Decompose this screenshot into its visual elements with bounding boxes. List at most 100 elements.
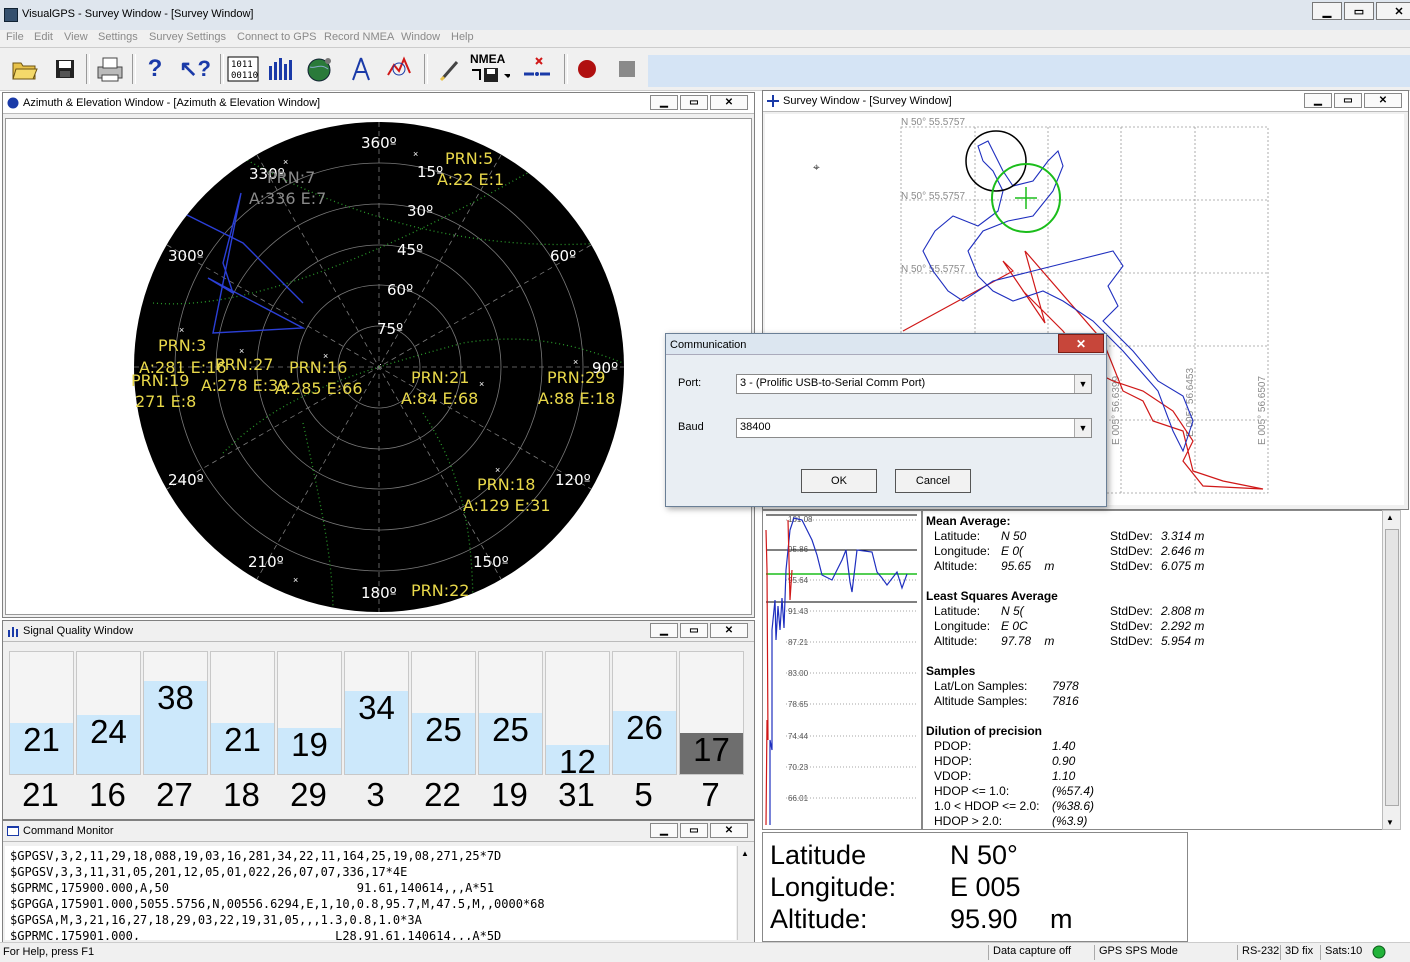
hdop-le1-label: HDOP <= 1.0: [934, 784, 1010, 798]
pdop-value: 1.40 [1052, 739, 1076, 753]
baud-value: 38400 [740, 421, 771, 433]
statistics-scrollbar[interactable]: ▲ ▼ [1382, 510, 1401, 830]
chevron-down-icon[interactable]: ▼ [1074, 375, 1091, 393]
azimuth-label-240: 240º [168, 471, 204, 489]
menu-view[interactable]: View [64, 31, 88, 43]
command-maximize-button[interactable]: ▭ [680, 823, 708, 838]
folder-open-icon [12, 62, 38, 80]
open-button[interactable] [10, 54, 40, 84]
menu-record-nmea[interactable]: Record NMEA [324, 31, 394, 43]
signal-minimize-button[interactable]: ▁ [650, 623, 678, 638]
signal-close-button[interactable]: ✕ [710, 623, 748, 638]
menu-edit[interactable]: Edit [34, 31, 53, 43]
record-nmea-button[interactable]: NMEA [468, 52, 514, 84]
survey-button[interactable] [384, 54, 414, 84]
scroll-down-icon[interactable]: ▼ [1386, 818, 1394, 827]
close-button[interactable]: ✕ [1376, 2, 1410, 20]
menu-help[interactable]: Help [451, 31, 474, 43]
scroll-thumb[interactable] [1385, 529, 1399, 806]
signal-maximize-button[interactable]: ▭ [680, 623, 708, 638]
close-icon: ✕ [724, 625, 734, 636]
menu-survey-settings[interactable]: Survey Settings [149, 31, 226, 43]
cancel-button[interactable]: Cancel [895, 469, 971, 493]
signal-bar-column: 26 [612, 651, 677, 775]
bar-chart-icon [269, 58, 292, 80]
minimize-button[interactable]: ▁ [1312, 2, 1342, 20]
nmea-save-icon [472, 68, 510, 82]
port-select[interactable]: 3 - (Prolific USB-to-Serial Comm Port) ▼ [736, 374, 1092, 394]
question-mark-icon: ? [147, 55, 163, 82]
survey-lat-label-1: N 50° 55.5757 [901, 117, 965, 128]
azimuth-label-300: 300º [168, 247, 204, 265]
samples-heading: Samples [926, 664, 976, 678]
scroll-up-icon[interactable]: ▲ [741, 849, 749, 858]
minimize-icon: ▁ [660, 825, 668, 836]
help-button[interactable]: ? [140, 54, 170, 84]
mean-lat-value: N 50 [1001, 529, 1027, 543]
print-button[interactable] [94, 54, 124, 84]
signal-quality-button[interactable] [266, 54, 296, 84]
command-close-button[interactable]: ✕ [710, 823, 748, 838]
signal-bar-column: 21 [210, 651, 275, 775]
baud-select[interactable]: 38400 ▼ [736, 418, 1092, 438]
svg-text:00110: 00110 [231, 71, 258, 81]
maximize-icon: ▭ [1353, 5, 1365, 18]
signal-bar-column: 34 [344, 651, 409, 775]
alt-label-2: 95.86 [788, 545, 809, 554]
signal-prn-label: 29 [290, 776, 327, 813]
alt-label-4: 91.43 [788, 607, 809, 616]
mean-alt-label: Altitude: [934, 559, 978, 573]
signal-bar-column: 12 [545, 651, 610, 780]
signal-snr-value: 17 [693, 731, 730, 768]
dialog-close-button[interactable]: ✕ [1058, 334, 1104, 353]
vdop-value: 1.10 [1052, 769, 1076, 783]
stop-button[interactable] [612, 54, 642, 84]
menu-connect-to-gps[interactable]: Connect to GPS [237, 31, 317, 43]
status-mode: GPS SPS Mode [1094, 945, 1235, 960]
mean-lon-std: 2.646 m [1161, 544, 1205, 558]
menu-settings[interactable]: Settings [98, 31, 138, 43]
vdop-label: VDOP: [934, 769, 972, 783]
hdop-1to2-label: 1.0 < HDOP <= 2.0: [934, 799, 1040, 813]
position-lat-value: N 50° [950, 840, 1018, 870]
disconnect-button[interactable] [522, 54, 552, 84]
signal-prn-label: 27 [156, 776, 193, 813]
pen-button[interactable] [434, 54, 464, 84]
disconnect-icon [524, 57, 550, 76]
sat-7-prn: PRN:7 [267, 168, 315, 187]
nmea-scrollbar[interactable]: ▲ [737, 846, 753, 940]
command-minimize-button[interactable]: ▁ [650, 823, 678, 838]
maximize-button[interactable]: ▭ [1344, 2, 1374, 20]
chevron-down-icon[interactable]: ▼ [1074, 419, 1091, 437]
alt-label-6: 83.00 [788, 669, 809, 678]
dialog-title: Communication [670, 339, 747, 351]
record-button[interactable] [572, 54, 602, 84]
signal-bar-column: 19 [277, 651, 342, 775]
alt-label-10: 66.01 [788, 794, 809, 803]
menu-window[interactable]: Window [401, 31, 440, 43]
sat-27-prn: PRN:27 [215, 355, 273, 374]
dop-heading: Dilution of precision [926, 724, 1042, 738]
nmea-data-button[interactable]: 1011 00110 [226, 54, 260, 84]
survey-scatter-icon [387, 56, 411, 76]
sat-5-azel: A:22 E:1 [437, 170, 504, 189]
nmea-line-4: $GPGGA,175901.000,5055.5756,N,00556.6294… [10, 897, 545, 911]
menu-file[interactable]: File [6, 31, 24, 43]
scroll-up-icon[interactable]: ▲ [1386, 513, 1394, 522]
maximize-icon: ▭ [689, 625, 699, 636]
lsq-average-heading: Least Squares Average [926, 589, 1058, 603]
app-icon [4, 8, 18, 22]
context-help-button[interactable]: ↖? [179, 54, 211, 84]
globe-button[interactable] [304, 54, 334, 84]
signal-snr-value: 21 [224, 721, 261, 758]
survey-fix-cross [1015, 187, 1037, 209]
lsq-alt-value: 97.78 m [1001, 634, 1055, 648]
signal-snr-value: 26 [626, 709, 663, 746]
status-fix: 3D fix [1280, 945, 1319, 960]
azimuth-button[interactable] [346, 54, 376, 84]
ok-button[interactable]: OK [801, 469, 877, 493]
save-button[interactable] [50, 54, 80, 84]
dialog-title-bar: Communication ✕ [666, 334, 1106, 355]
azimuth-label-120: 120º [555, 471, 591, 489]
svg-text:×: × [479, 379, 484, 389]
